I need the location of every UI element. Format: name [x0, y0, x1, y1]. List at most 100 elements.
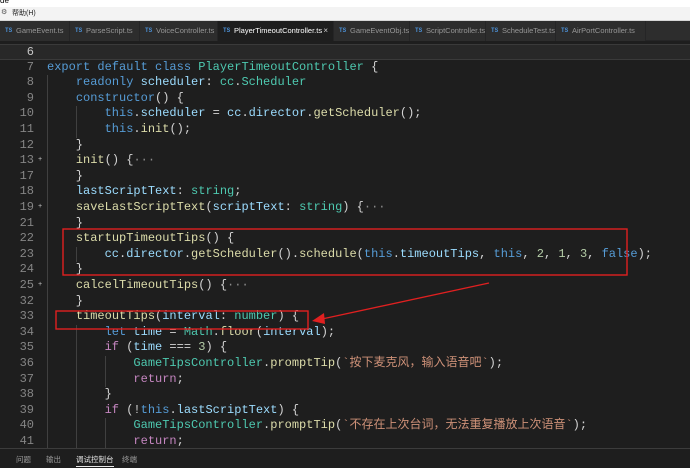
code-token: ,: [587, 246, 602, 261]
panel-tab-terminal[interactable]: 终端: [122, 454, 137, 465]
code-line[interactable]: 17 }: [0, 168, 690, 185]
fold-expand-icon[interactable]: +: [38, 200, 42, 216]
code-token: ===: [162, 340, 199, 355]
typescript-file-icon: TS: [145, 27, 153, 34]
panel-tab-output[interactable]: 输出: [46, 454, 61, 465]
code-token: schedule: [299, 246, 357, 261]
code-line[interactable]: 33 timeoutTips(interval: number) {: [0, 309, 690, 325]
tab-airport-controller[interactable]: TS AirPortController.ts: [556, 21, 646, 41]
code-line[interactable]: 18 lastScriptText: string;: [0, 184, 690, 200]
code-line[interactable]: 25 + calcelTimeoutTips() {···: [0, 278, 690, 294]
code-token: () {: [104, 153, 134, 168]
code-line[interactable]: 41 return;: [0, 434, 690, 448]
code-line[interactable]: 19 + saveLastScriptText(scriptText: strin…: [0, 200, 690, 216]
code-token: .: [241, 106, 249, 121]
fold-expand-icon[interactable]: +: [38, 153, 42, 169]
line-number: 11: [19, 122, 34, 136]
code-token: () {: [155, 90, 184, 105]
code-line[interactable]: 7 export default class PlayerTimeoutContr…: [0, 60, 690, 76]
code-line[interactable]: 12 }: [0, 137, 690, 154]
code-token: :: [176, 184, 192, 199]
code-token: saveLastScriptText: [75, 200, 206, 214]
code-line[interactable]: 37 return;: [0, 371, 690, 388]
line-number: 22: [19, 231, 34, 246]
code-token: calcelTimeoutTips: [75, 278, 199, 292]
code-line[interactable]: 24 }: [0, 262, 690, 278]
code-line[interactable]: 9 constructor() {: [0, 90, 690, 107]
code-token: =: [205, 106, 228, 121]
code-text: let time = Math.floor(interval);: [47, 325, 335, 341]
code-token: director: [126, 246, 184, 261]
code-line[interactable]: 6: [0, 44, 690, 60]
code-line[interactable]: 10 this.scheduler = cc.director.getSched…: [0, 106, 690, 122]
code-line[interactable]: 13 + init() {···: [0, 153, 690, 169]
tab-script-controller[interactable]: TS ScriptController.ts: [410, 21, 486, 41]
code-token: let: [104, 324, 134, 339]
line-number: 37: [19, 371, 34, 386]
code-line[interactable]: 36 GameTipsController.promptTip(`按下麦克风，输…: [0, 356, 690, 372]
code-text: export default class PlayerTimeoutContro…: [47, 60, 378, 76]
code-token: {: [363, 59, 379, 74]
code-text: cc.director.getScheduler().schedule(this…: [47, 247, 652, 263]
code-token: cc: [227, 106, 242, 121]
bottom-panel-tabs: 问题 输出 调试控制台 终端: [0, 448, 690, 468]
code-token: (: [255, 324, 264, 339]
code-line[interactable]: 23 cc.director.getScheduler().schedule(t…: [0, 246, 690, 263]
code-line[interactable]: 35 if (time === 3) {: [0, 340, 690, 356]
window-titlebar: de: [0, 0, 690, 7]
code-token: lastScriptText: [176, 402, 278, 417]
code-token: (: [205, 200, 213, 214]
panel-tab-problems[interactable]: 问题: [16, 454, 31, 465]
code-line[interactable]: 22 startupTimeoutTips() {: [0, 231, 690, 247]
code-text: lastScriptText: string;: [47, 184, 242, 200]
tab-game-event[interactable]: TS GameEvent.ts: [0, 21, 70, 41]
code-token: );: [488, 356, 504, 370]
code-token: promptTip: [270, 418, 336, 433]
tab-label: VoiceController.ts: [156, 26, 215, 35]
panel-tab-debug-console[interactable]: 调试控制台: [76, 454, 114, 467]
code-token: }: [47, 262, 84, 277]
tab-schedule-test[interactable]: TS ScheduleTest.ts: [486, 21, 556, 41]
code-token: .: [183, 246, 192, 261]
code-line[interactable]: 34 let time = Math.floor(interval);: [0, 324, 690, 341]
code-token: .: [212, 324, 220, 339]
code-line[interactable]: 8 readonly scheduler: cc.Scheduler: [0, 75, 690, 91]
code-token: time: [133, 340, 163, 355]
app-menu-icon[interactable]: ⚙: [1, 9, 9, 17]
tab-player-timeout-controller[interactable]: TS PlayerTimeoutController.ts ×: [218, 21, 334, 41]
code-editor[interactable]: export { RequestTransmitter } from './..…: [0, 41, 690, 448]
code-text: }: [47, 294, 83, 310]
line-number: 23: [19, 246, 34, 261]
code-token: () {: [205, 231, 235, 246]
fold-expand-icon[interactable]: +: [38, 278, 42, 294]
code-line[interactable]: 11 this.init();: [0, 122, 690, 138]
code-token: this: [104, 122, 134, 136]
code-line[interactable]: 38 }: [0, 387, 690, 403]
tab-label: GameEventObj.ts: [350, 26, 410, 35]
code-line[interactable]: 32 }: [0, 293, 690, 310]
window-title: de: [0, 0, 9, 5]
line-number: 10: [19, 106, 34, 121]
code-token: getScheduler: [191, 246, 278, 261]
tab-parse-script[interactable]: TS ParseScript.ts: [70, 21, 140, 41]
code-token: ;: [176, 434, 184, 448]
code-token: init: [75, 153, 105, 168]
line-number: 19: [19, 200, 34, 214]
code-token: .: [392, 246, 400, 261]
code-token: init: [140, 122, 170, 136]
tab-voice-controller[interactable]: TS VoiceController.ts: [140, 21, 218, 41]
tab-game-event-obj[interactable]: TS GameEventObj.ts: [334, 21, 410, 41]
code-line[interactable]: 21 }: [0, 215, 690, 232]
code-line[interactable]: 40 GameTipsController.promptTip(`不存在上次台词…: [0, 418, 690, 434]
menu-help[interactable]: 帮助(H): [12, 8, 36, 20]
line-number: 40: [19, 418, 34, 433]
code-token: );: [320, 324, 336, 339]
code-line[interactable]: 39 if (!this.lastScriptText) {: [0, 402, 690, 419]
line-number: 6: [26, 45, 34, 59]
code-token: interval: [162, 309, 220, 324]
code-token: `按下麦克风，输入语音吧`: [342, 356, 489, 370]
close-icon[interactable]: ×: [323, 26, 328, 35]
